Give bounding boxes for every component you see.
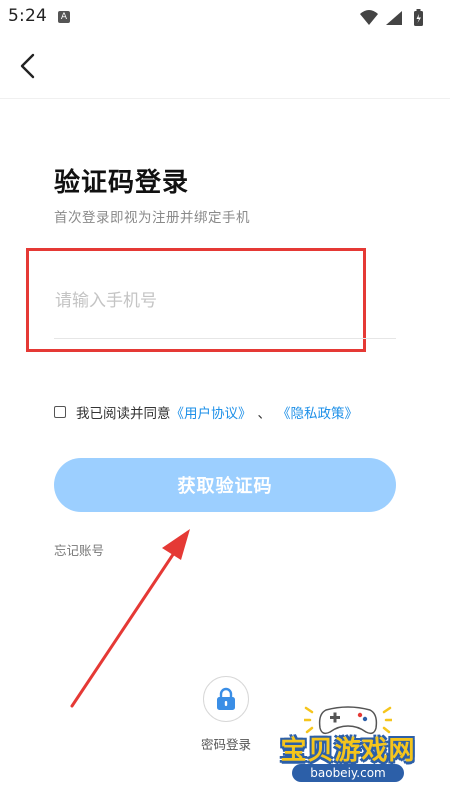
watermark: 宝贝游戏网 baobeiy.com (268, 704, 428, 794)
agreement-row: 我已阅读并同意 《用户协议》 、 《隐私政策》 (54, 402, 358, 422)
user-agreement-link[interactable]: 《用户协议》 (171, 402, 252, 422)
password-login-button[interactable]: 密码登录 (196, 676, 256, 753)
page-title: 验证码登录 (54, 168, 190, 198)
phone-input[interactable] (55, 281, 355, 321)
watermark-url: baobeiy.com (292, 764, 404, 782)
lock-icon (217, 687, 235, 710)
battery-icon (414, 9, 423, 26)
password-login-label: 密码登录 (200, 737, 251, 752)
status-bar: 5:24 A (0, 0, 450, 36)
header (0, 36, 450, 99)
agree-checkbox[interactable] (54, 406, 66, 418)
get-code-button[interactable]: 获取验证码 (54, 458, 396, 512)
status-icons (358, 8, 438, 26)
forgot-account-link[interactable]: 忘记账号 (54, 540, 104, 559)
notification-icon: A (58, 11, 70, 23)
watermark-text: 宝贝游戏网 (280, 736, 416, 766)
wifi-icon (360, 10, 378, 25)
privacy-policy-link[interactable]: 《隐私政策》 (277, 402, 358, 422)
page-subtitle: 首次登录即视为注册并绑定手机 (54, 210, 250, 226)
phone-input-highlight (26, 248, 366, 352)
password-login-circle (203, 676, 249, 722)
status-time: 5:24 (8, 6, 47, 26)
signal-icon (386, 11, 402, 25)
agreement-separator: 、 (257, 406, 272, 422)
chevron-left-icon (20, 53, 35, 79)
agree-prefix: 我已阅读并同意 (76, 406, 171, 422)
back-button[interactable] (10, 48, 46, 84)
input-underline (54, 338, 396, 339)
